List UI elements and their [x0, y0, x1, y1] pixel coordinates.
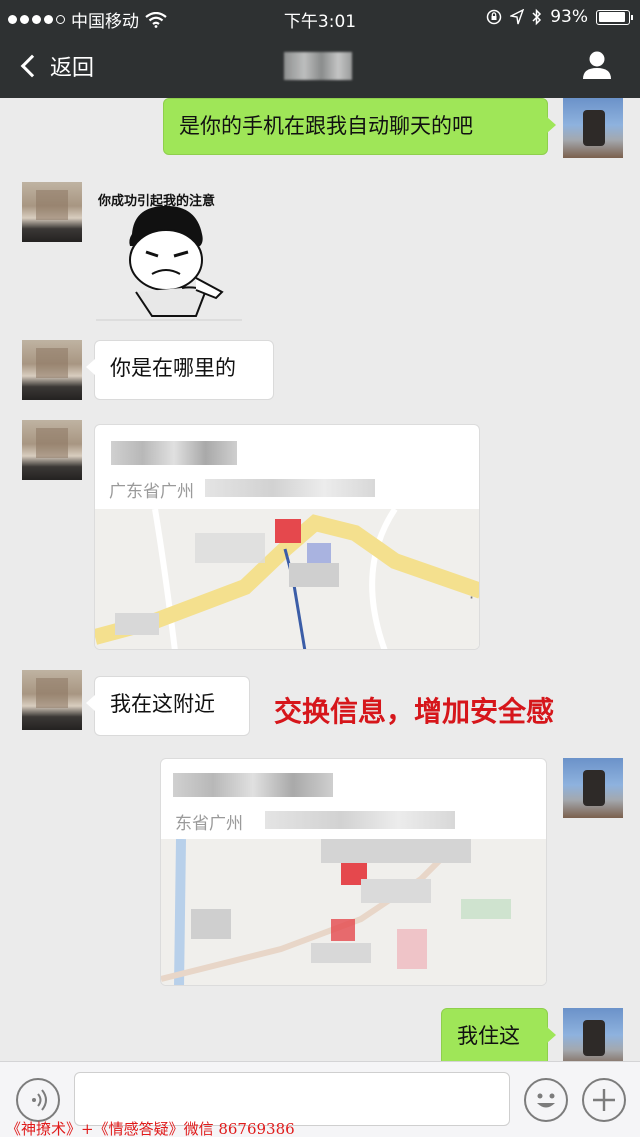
message-bubble-sent[interactable]: 是你的手机在跟我自动聊天的吧: [163, 98, 556, 155]
location-card-received[interactable]: 广东省广州 ·: [94, 424, 480, 650]
location-name-redacted: [173, 773, 333, 797]
more-button[interactable]: [582, 1078, 626, 1122]
location-icon: [510, 9, 525, 25]
meme-face-icon: [96, 205, 242, 321]
avatar-contact[interactable]: [22, 182, 82, 242]
message-bubble-received[interactable]: 我在这附近: [86, 676, 250, 736]
message-bubble-received[interactable]: 你是在哪里的: [86, 340, 274, 400]
message-text: 你是在哪里的: [110, 356, 236, 380]
back-chevron-icon: [20, 54, 44, 78]
message-bubble-sent[interactable]: 我住这: [441, 1008, 556, 1061]
bluetooth-icon: [532, 8, 542, 26]
chat-area[interactable]: 是你的手机在跟我自动聊天的吧 你成功引起我的注意 你是在哪里的 广东省广州 · …: [0, 98, 640, 1061]
profile-icon[interactable]: [580, 48, 614, 82]
avatar-contact[interactable]: [22, 670, 82, 730]
address-redacted: [265, 811, 455, 829]
emoji-button[interactable]: [524, 1078, 568, 1122]
avatar-self[interactable]: [563, 758, 623, 818]
message-text: 是你的手机在跟我自动聊天的吧: [179, 114, 473, 138]
voice-button[interactable]: [16, 1078, 60, 1122]
message-text: 我在这附近: [110, 692, 215, 716]
location-address: 广东省广州: [109, 482, 194, 502]
status-right: 93%: [486, 7, 633, 27]
back-label: 返回: [50, 56, 95, 81]
sticker-message[interactable]: 你成功引起我的注意: [96, 182, 246, 322]
annotation-text: 交换信息，增加安全感: [274, 695, 555, 728]
emoji-icon: [537, 1093, 555, 1108]
battery-percent: 93%: [550, 7, 588, 27]
avatar-self[interactable]: [563, 98, 623, 158]
map-preview: [161, 836, 546, 985]
voice-icon: [32, 1089, 47, 1111]
watermark-text: 《神撩术》+《情感答疑》微信 86769386: [6, 1120, 295, 1137]
avatar-contact[interactable]: [22, 340, 82, 400]
address-redacted: [205, 479, 375, 497]
battery-icon: [596, 9, 633, 25]
contact-name-redacted: [284, 52, 352, 80]
lock-rotation-icon: [486, 9, 502, 25]
avatar-contact[interactable]: [22, 420, 82, 480]
avatar-self[interactable]: [563, 1008, 623, 1061]
svg-text:·: ·: [469, 588, 474, 607]
nav-bar: 返回: [0, 34, 640, 98]
location-card-sent[interactable]: 东省广州: [160, 758, 547, 986]
status-bar: 中国移动 下午3:01 93%: [0, 0, 640, 34]
location-name-redacted: [111, 441, 237, 465]
location-address: 东省广州: [175, 814, 243, 834]
plus-icon: [593, 1089, 615, 1111]
map-preview: ·: [95, 507, 479, 649]
message-text: 我住这: [457, 1024, 520, 1048]
back-button[interactable]: 返回: [18, 50, 94, 82]
